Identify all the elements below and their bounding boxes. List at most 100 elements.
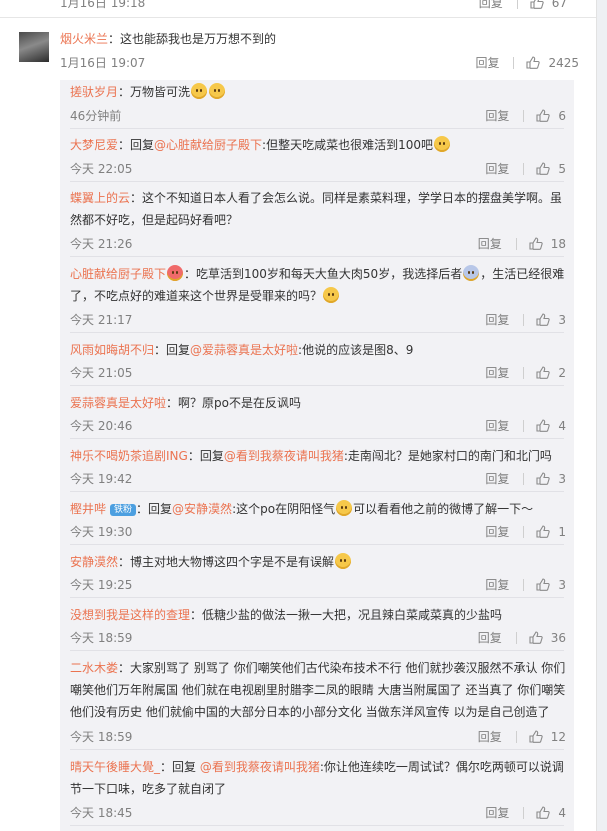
username-link[interactable]: 心脏献给厨子殿下 bbox=[70, 267, 166, 281]
like-button[interactable]: 2 bbox=[536, 366, 566, 380]
reply-button[interactable]: 回复 bbox=[485, 417, 509, 434]
reply-time: 今天 22:05 bbox=[70, 162, 133, 176]
like-button[interactable]: 36 bbox=[529, 631, 566, 645]
reply-actions: 回复 4 bbox=[485, 804, 566, 821]
reply-button[interactable]: 回复 bbox=[485, 470, 509, 487]
reply-actions: 回复 18 bbox=[478, 235, 566, 252]
scrollbar[interactable] bbox=[596, 0, 607, 831]
divider bbox=[70, 128, 564, 129]
thumbs-up-icon bbox=[530, 0, 544, 9]
username-link[interactable]: 晴天午後睡大覺_ bbox=[70, 760, 160, 774]
reply-content: 大梦尼爱：回复@心脏献给厨子殿下:但整天吃咸菜也很难活到100吧 bbox=[70, 134, 451, 156]
thumbs-up-icon bbox=[536, 419, 551, 432]
reply-content: 风雨如晦胡不归：回复@爱蒜蓉真是太好啦:他说的应该是图8、9 bbox=[70, 343, 414, 357]
like-button[interactable]: 12 bbox=[529, 730, 566, 744]
thumbs-up-icon bbox=[536, 366, 551, 379]
reply-actions: 回复 3 bbox=[485, 311, 566, 328]
reply-content: 神乐不喝奶茶追剧ING：回复@看到我蔡夜请叫我猪:走南闯北？是她家村口的南门和北… bbox=[70, 449, 552, 463]
reply-content: 二水木娄：大家别骂了 别骂了 你们嘲笑他们古代染布技术不行 他们就抄袭汉服然不承… bbox=[70, 661, 566, 719]
divider bbox=[70, 491, 564, 492]
reply-button[interactable]: 回复 bbox=[485, 804, 509, 821]
divider bbox=[70, 544, 564, 545]
mention-link[interactable]: @安静漠然 bbox=[172, 502, 232, 516]
reply-time: 今天 18:59 bbox=[70, 631, 133, 645]
like-count: 6 bbox=[558, 108, 566, 123]
like-button[interactable]: 3 bbox=[536, 472, 566, 486]
like-count: 4 bbox=[558, 805, 566, 820]
username-link[interactable]: 爱蒜蓉真是太好啦 bbox=[70, 396, 166, 410]
divider bbox=[70, 597, 564, 598]
like-button[interactable]: 6 bbox=[536, 109, 566, 123]
avatar[interactable] bbox=[19, 32, 49, 62]
like-count: 1 bbox=[558, 524, 566, 539]
divider bbox=[70, 438, 564, 439]
thumbs-up-icon bbox=[529, 631, 543, 644]
reply-button[interactable]: 回复 bbox=[475, 54, 499, 71]
reply-actions: 回复 1 bbox=[485, 523, 566, 540]
emoji-icon bbox=[336, 500, 353, 516]
mention-link[interactable]: @看到我蔡夜请叫我猪 bbox=[200, 760, 320, 774]
like-button[interactable]: 3 bbox=[536, 578, 566, 592]
emoji-icon bbox=[463, 265, 480, 281]
username-link[interactable]: 安静漠然 bbox=[70, 555, 118, 569]
reply-time: 46分钟前 bbox=[70, 109, 122, 123]
reply-time: 今天 19:25 bbox=[70, 578, 133, 592]
like-button[interactable]: 4 bbox=[536, 806, 566, 820]
comment-actions: 回复 67 bbox=[479, 0, 567, 11]
like-button[interactable]: 67 bbox=[530, 0, 567, 10]
thumbs-up-icon bbox=[536, 525, 551, 538]
divider bbox=[516, 0, 518, 9]
username-link[interactable]: 风雨如晦胡不归 bbox=[70, 343, 154, 357]
reply-actions: 回复 12 bbox=[478, 728, 566, 745]
reply-button[interactable]: 回复 bbox=[478, 629, 502, 646]
reply-button[interactable]: 回复 bbox=[485, 160, 509, 177]
reply-content: 晴天午後睡大覺_：回复 @看到我蔡夜请叫我猪:你让他连续吃一周试试？偶尔吃两顿可… bbox=[70, 760, 564, 796]
username-link[interactable]: 二水木娄 bbox=[70, 661, 118, 675]
like-button[interactable]: 3 bbox=[536, 313, 566, 327]
divider bbox=[70, 181, 564, 182]
thumbs-up-icon bbox=[536, 109, 551, 122]
mention-link[interactable]: @心脏献给厨子殿下 bbox=[154, 138, 262, 152]
reply-time: 今天 20:46 bbox=[70, 419, 133, 433]
username-link[interactable]: 大梦尼爱 bbox=[70, 138, 118, 152]
reply-time: 今天 19:30 bbox=[70, 525, 133, 539]
divider bbox=[70, 749, 564, 750]
emoji-icon bbox=[434, 136, 450, 152]
mention-link[interactable]: @看到我蔡夜请叫我猪 bbox=[224, 449, 344, 463]
thumbs-up-icon bbox=[529, 730, 543, 743]
reply-time: 今天 21:26 bbox=[70, 237, 133, 251]
reply-actions: 回复 6 bbox=[485, 107, 566, 124]
username-link[interactable]: 烟火米兰 bbox=[60, 32, 108, 46]
comment-time: 1月16日 19:18 bbox=[60, 0, 146, 10]
username-link[interactable]: 没想到我是这样的查理 bbox=[70, 608, 190, 622]
like-count: 12 bbox=[550, 729, 566, 744]
like-button[interactable]: 1 bbox=[536, 525, 566, 539]
reply-button[interactable]: 回复 bbox=[478, 235, 502, 252]
like-button[interactable]: 5 bbox=[536, 162, 566, 176]
reply-actions: 回复 36 bbox=[478, 629, 566, 646]
reply-button[interactable]: 回复 bbox=[485, 364, 509, 381]
username-link[interactable]: 蝶翼上的云 bbox=[70, 191, 130, 205]
like-count: 3 bbox=[558, 577, 566, 592]
comment-actions: 回复 2425 bbox=[475, 54, 579, 71]
reply-button[interactable]: 回复 bbox=[479, 0, 503, 11]
username-link[interactable]: 神乐不喝奶茶追剧ING bbox=[70, 449, 188, 463]
reply-button[interactable]: 回复 bbox=[485, 311, 509, 328]
reply-content: 爱蒜蓉真是太好啦：啊？原po不是在反讽吗 bbox=[70, 396, 301, 410]
emoji-icon bbox=[191, 83, 208, 99]
like-button[interactable]: 2425 bbox=[526, 56, 579, 70]
like-button[interactable]: 4 bbox=[536, 419, 566, 433]
username-link[interactable]: 樫井哔 bbox=[70, 502, 106, 516]
like-count: 36 bbox=[550, 630, 566, 645]
reply-button[interactable]: 回复 bbox=[485, 107, 509, 124]
emoji-icon bbox=[323, 287, 340, 303]
emoji-icon bbox=[209, 83, 226, 99]
mention-link[interactable]: @爱蒜蓉真是太好啦 bbox=[190, 343, 298, 357]
reply-button[interactable]: 回复 bbox=[485, 576, 509, 593]
username-link[interactable]: 搓驮岁月 bbox=[70, 85, 118, 99]
thumbs-up-icon bbox=[529, 237, 543, 250]
reply-content: 蝶翼上的云：这个不知道日本人看了会怎么说。同样是素菜料理，学学日本的摆盘美学啊。… bbox=[70, 191, 563, 227]
like-button[interactable]: 18 bbox=[529, 237, 566, 251]
reply-button[interactable]: 回复 bbox=[485, 523, 509, 540]
reply-button[interactable]: 回复 bbox=[478, 728, 502, 745]
